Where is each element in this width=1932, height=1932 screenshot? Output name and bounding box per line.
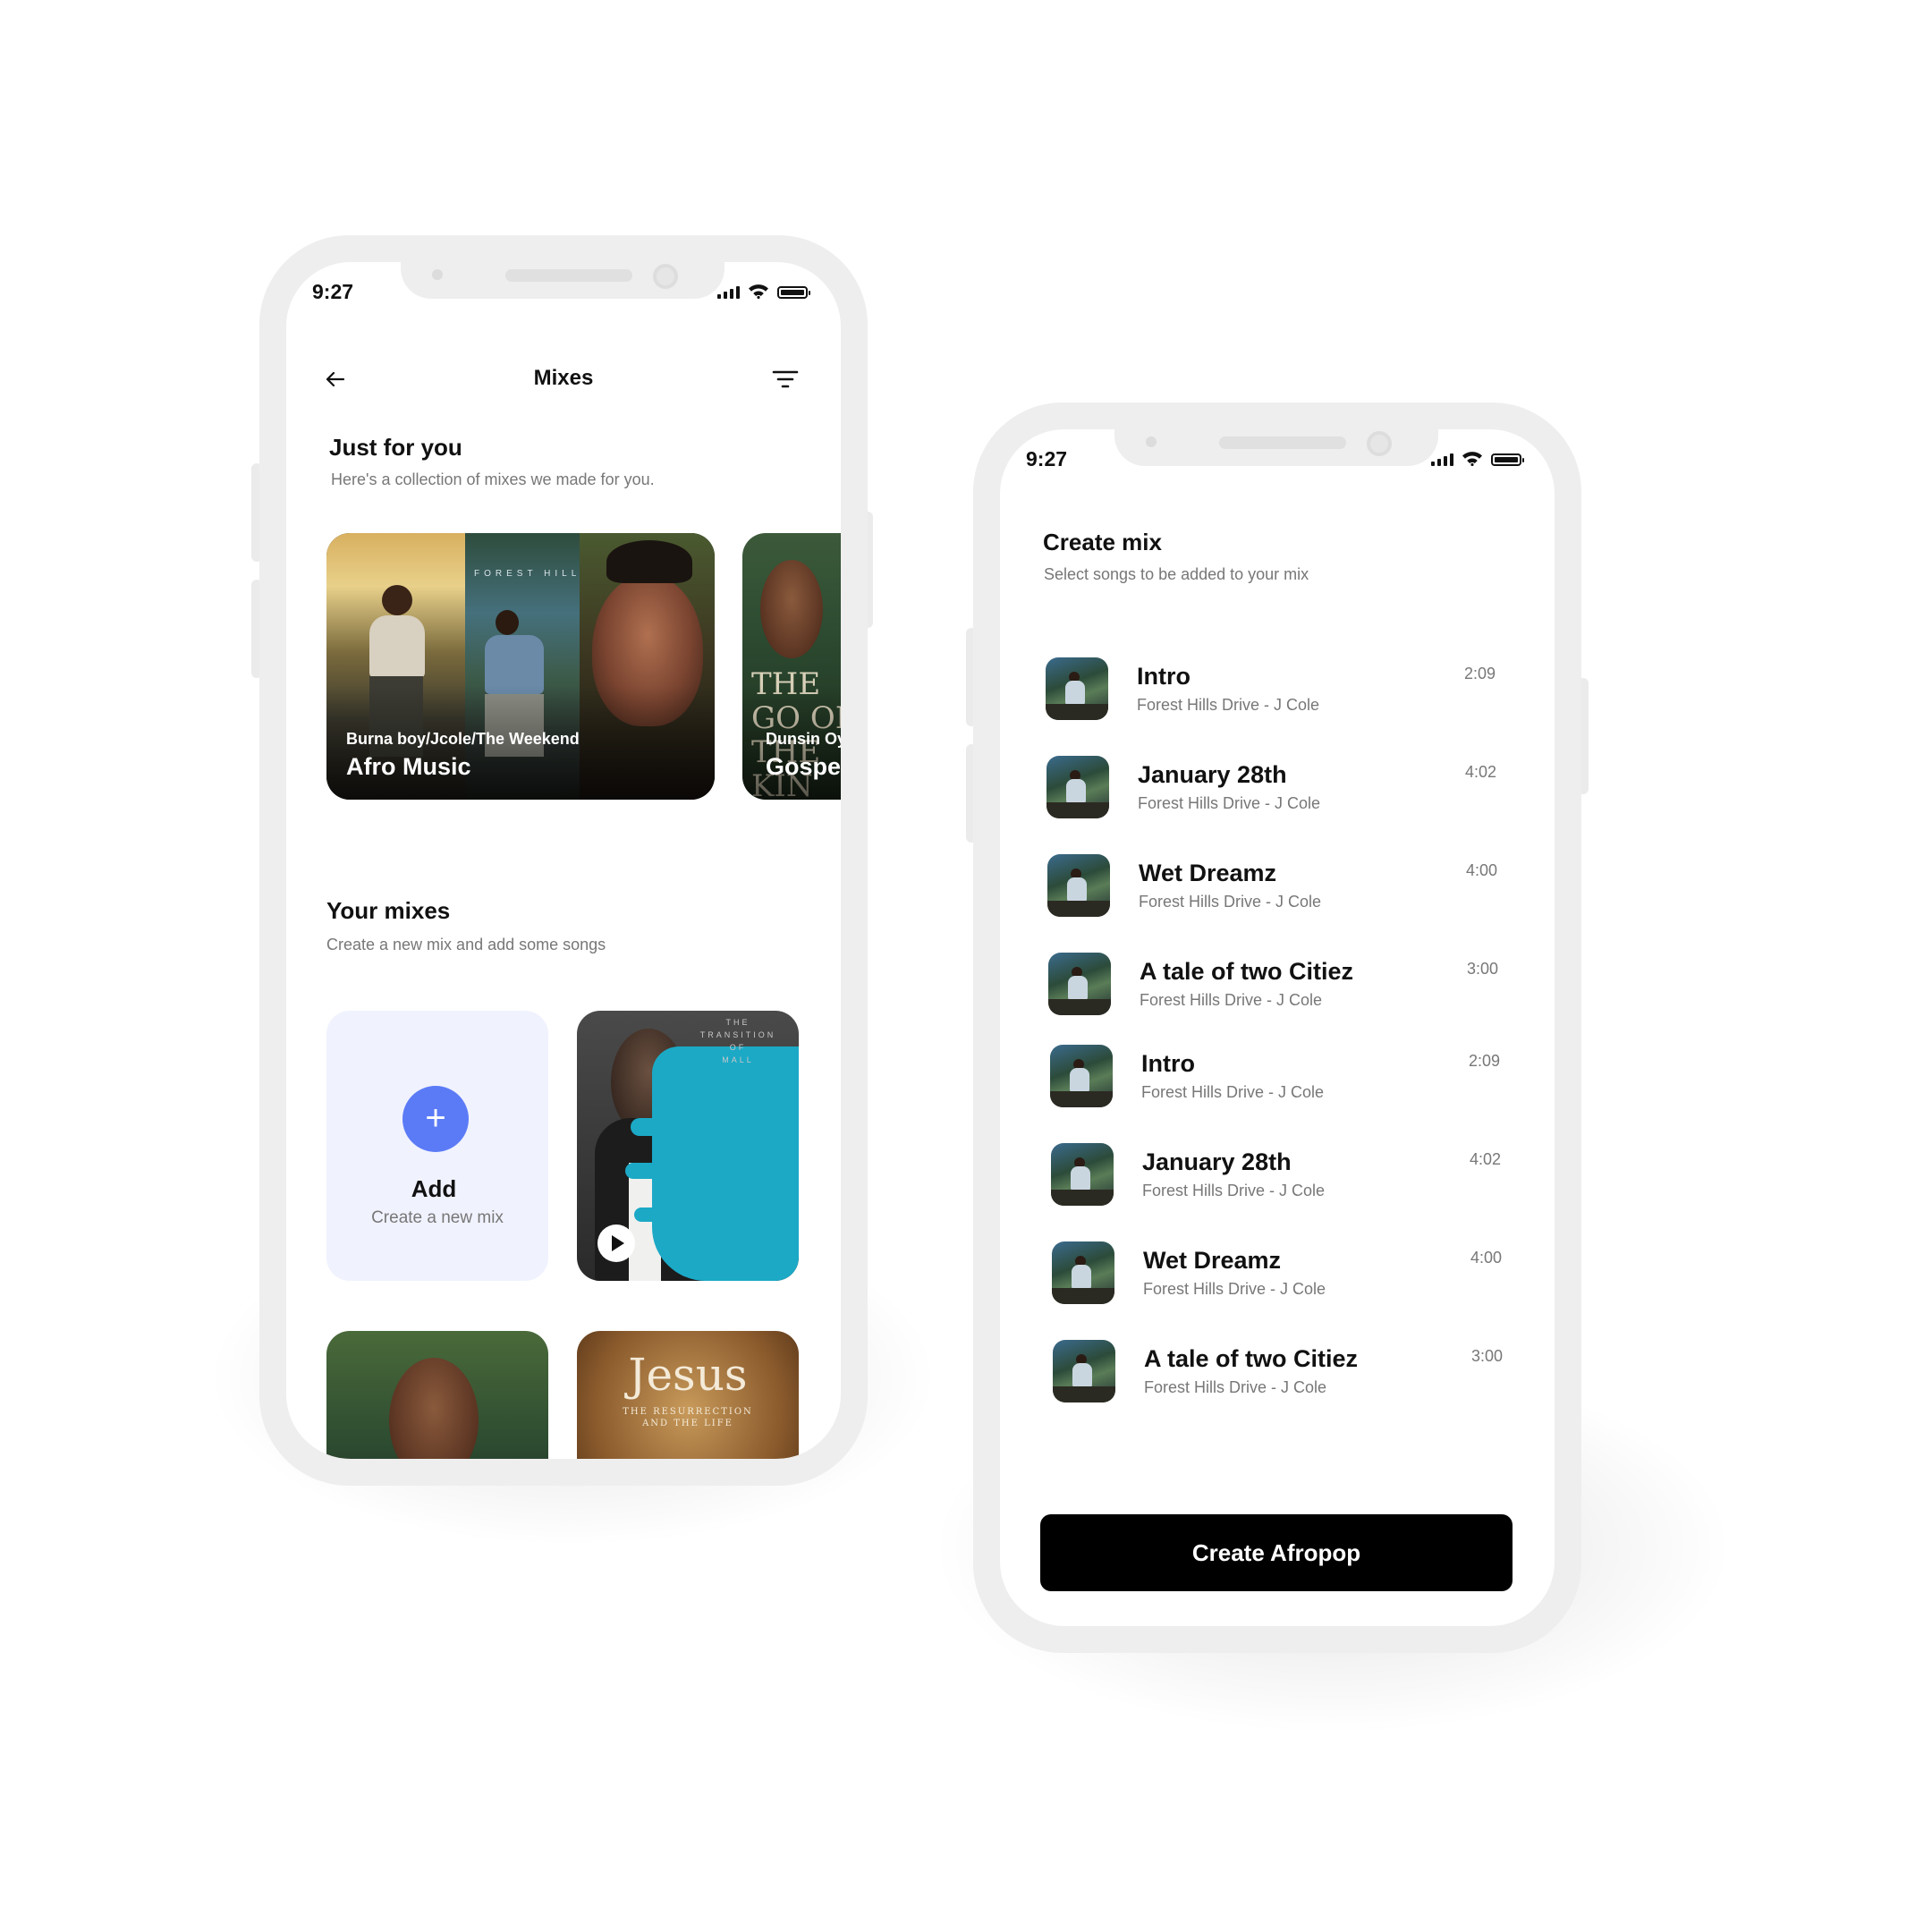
section-title-your-mixes: Your mixes [326, 897, 451, 924]
wifi-icon [1462, 452, 1482, 466]
song-duration: 2:09 [1469, 1052, 1501, 1070]
mix-card-title: Afro Music [346, 753, 471, 780]
song-title: A tale of two Citiez [1144, 1345, 1359, 1372]
song-artist: Forest Hills Drive - J Cole [1143, 1280, 1326, 1298]
status-time: 9:27 [312, 280, 354, 303]
song-duration: 4:02 [1470, 1150, 1502, 1168]
signal-icon [717, 286, 740, 299]
mix-card-jesus[interactable]: Jesus THE RESURRECTION AND THE LIFE [577, 1331, 799, 1459]
mix-card-gospel-2[interactable] [326, 1331, 548, 1459]
song-title: Wet Dreamz [1139, 860, 1277, 886]
song-title: A tale of two Citiez [1140, 958, 1354, 985]
turquoise-paint-stroke [652, 1046, 799, 1281]
song-thumbnail [1050, 1045, 1113, 1107]
section-subtitle-your-mixes: Create a new mix and add some songs [326, 936, 606, 953]
song-thumbnail [1046, 657, 1108, 720]
phone-left-screen: 9:27 Mixes Just for you Here's a collect… [286, 262, 841, 1459]
song-thumbnail [1048, 953, 1111, 1015]
song-title: January 28th [1142, 1148, 1292, 1175]
phone-right-screen: 9:27 Create mix Select songs to be added… [1000, 429, 1555, 1626]
song-duration: 3:00 [1471, 1347, 1504, 1365]
song-row[interactable]: Wet Dreamz Forest Hills Drive - J Cole 4… [1052, 1241, 1517, 1313]
song-row[interactable]: January 28th Forest Hills Drive - J Cole… [1051, 1143, 1516, 1215]
status-icons [717, 284, 810, 299]
song-duration: 2:09 [1464, 665, 1496, 682]
song-row[interactable]: A tale of two Citiez Forest Hills Drive … [1048, 953, 1513, 1024]
song-row[interactable]: January 28th Forest Hills Drive - J Cole… [1046, 756, 1512, 827]
song-title: Wet Dreamz [1143, 1247, 1282, 1274]
song-artist: Forest Hills Drive - J Cole [1140, 991, 1323, 1009]
play-icon [612, 1235, 624, 1251]
song-thumbnail [1051, 1143, 1114, 1206]
song-row[interactable]: A tale of two Citiez Forest Hills Drive … [1053, 1340, 1518, 1411]
mix-card-art-text: THE TRANSITION OF MALL [699, 1018, 776, 1064]
status-icons [1431, 451, 1524, 466]
battery-icon [1491, 453, 1524, 466]
song-row[interactable]: Intro Forest Hills Drive - J Cole 2:09 [1046, 657, 1511, 729]
notch [1114, 429, 1438, 466]
filter-icon[interactable] [772, 368, 799, 391]
song-artist: Forest Hills Drive - J Cole [1142, 1182, 1326, 1199]
song-artist: Forest Hills Drive - J Cole [1138, 794, 1321, 812]
page-title: Mixes [533, 366, 594, 390]
add-button[interactable]: + [402, 1086, 469, 1152]
song-thumbnail [1053, 1340, 1115, 1402]
song-duration: 4:00 [1470, 1249, 1503, 1267]
section-title-create-mix: Create mix [1043, 529, 1162, 555]
song-artist: Forest Hills Drive - J Cole [1141, 1083, 1325, 1101]
song-title: Intro [1141, 1050, 1195, 1077]
song-thumbnail [1052, 1241, 1114, 1304]
song-title: Intro [1137, 663, 1191, 690]
song-title: January 28th [1138, 761, 1287, 788]
song-duration: 4:00 [1466, 861, 1498, 879]
song-artist: Forest Hills Drive - J Cole [1137, 696, 1320, 714]
mix-card-transition[interactable]: THE TRANSITION OF MALL [577, 1011, 799, 1281]
play-button[interactable] [597, 1224, 635, 1262]
song-row[interactable]: Wet Dreamz Forest Hills Drive - J Cole 4… [1047, 854, 1513, 926]
section-subtitle-create-mix: Select songs to be added to your mix [1044, 565, 1309, 583]
song-row[interactable]: Intro Forest Hills Drive - J Cole 2:09 [1050, 1045, 1515, 1116]
song-artist: Forest Hills Drive - J Cole [1139, 893, 1322, 911]
add-mix-card[interactable]: + Add Create a new mix [326, 1011, 548, 1281]
status-time: 9:27 [1026, 447, 1068, 470]
mix-card-title: Gospe [766, 753, 841, 780]
wifi-icon [749, 284, 768, 299]
signal-icon [1431, 453, 1453, 466]
song-thumbnail [1047, 854, 1110, 917]
mix-card-artists: Dunsin Oy [766, 730, 841, 748]
song-thumbnail [1046, 756, 1109, 818]
mix-card-afro-music[interactable]: FOREST HILLS Burna boy/Jcole/The Weekend… [326, 533, 715, 800]
mix-card-artists: Burna boy/Jcole/The Weekend [346, 730, 580, 748]
jesus-art-subtitle: THE RESURRECTION AND THE LIFE [623, 1407, 753, 1428]
jesus-art-title: Jesus [628, 1349, 748, 1401]
phone-right: 9:27 Create mix Select songs to be added… [973, 402, 1581, 1653]
phone-left: 9:27 Mixes Just for you Here's a collect… [259, 235, 868, 1486]
section-subtitle-just-for-you: Here's a collection of mixes we made for… [331, 470, 655, 488]
battery-icon [777, 286, 810, 299]
add-sublabel: Create a new mix [371, 1208, 504, 1227]
section-title-just-for-you: Just for you [329, 434, 462, 461]
song-duration: 3:00 [1467, 960, 1499, 978]
notch [401, 262, 724, 299]
add-label: Add [411, 1175, 457, 1202]
mix-card-gospel[interactable]: THE GO OF THE KIN Dunsin Oy Gospe [742, 533, 841, 800]
song-artist: Forest Hills Drive - J Cole [1144, 1378, 1327, 1396]
song-duration: 4:02 [1465, 763, 1497, 781]
create-afropop-button[interactable]: Create Afropop [1040, 1514, 1513, 1591]
